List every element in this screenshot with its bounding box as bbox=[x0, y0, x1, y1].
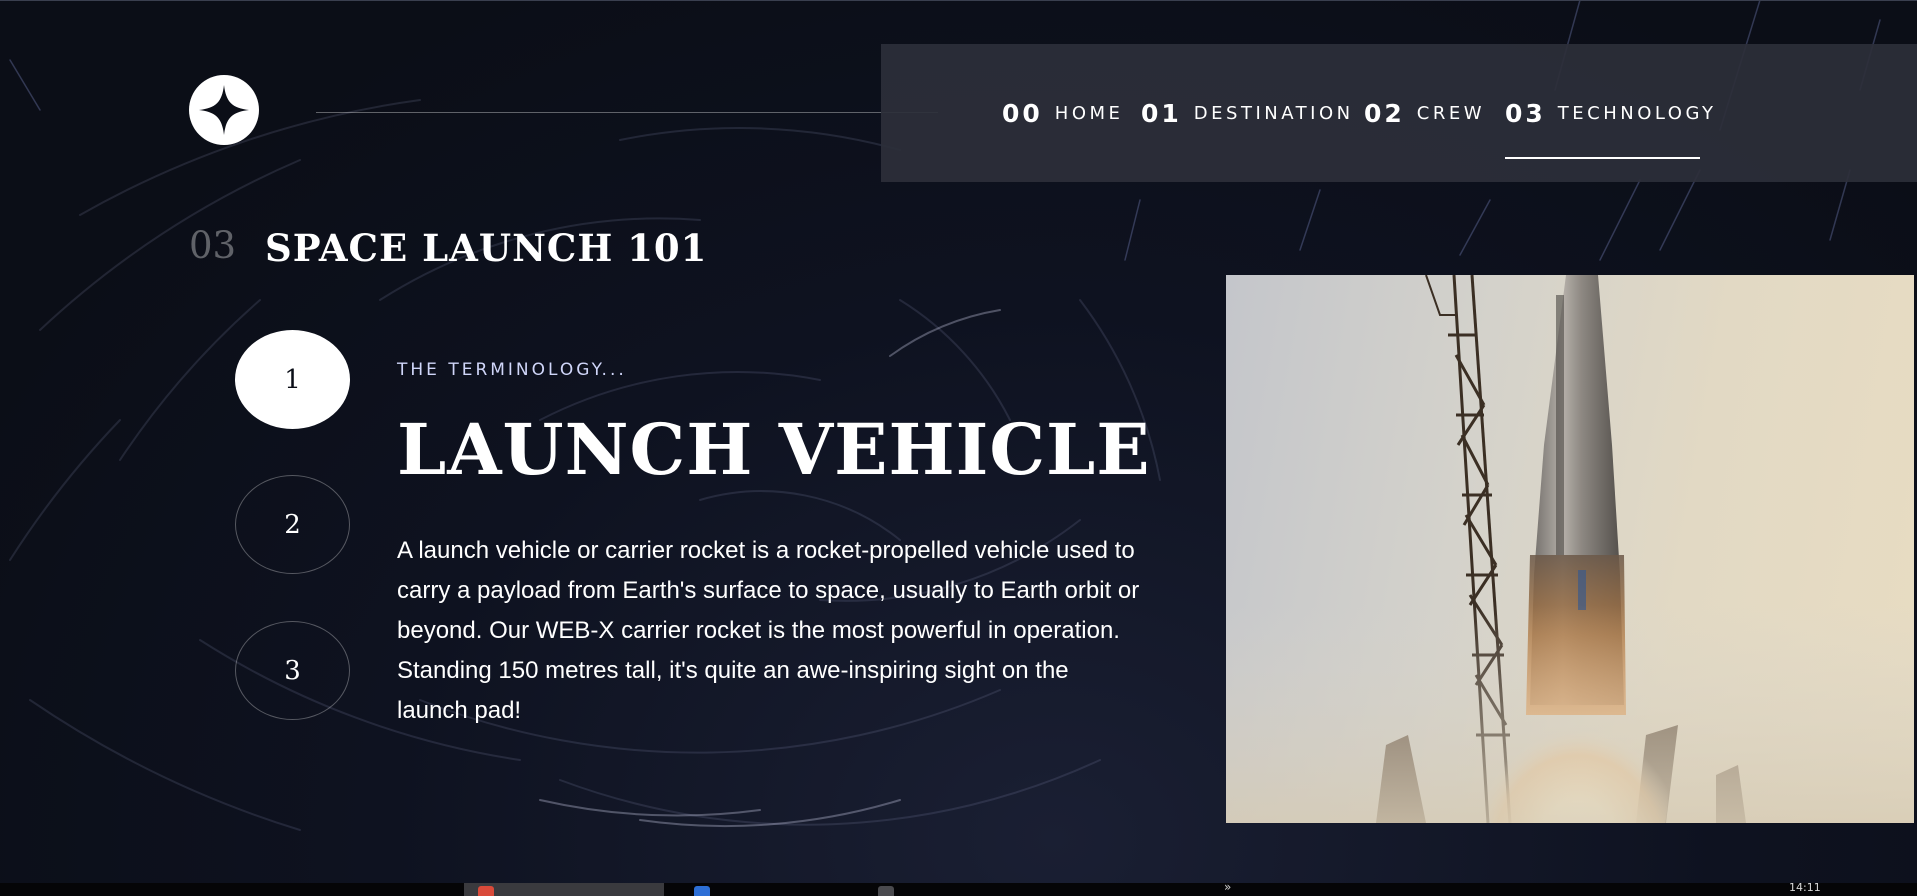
step-button-2[interactable]: 2 bbox=[235, 475, 350, 574]
nav-home[interactable]: 00 HOME bbox=[1002, 44, 1123, 182]
os-taskbar: » 14:11 bbox=[0, 880, 1917, 896]
star-logo-icon[interactable] bbox=[189, 75, 259, 145]
taskbar-clock: 14:11 bbox=[1789, 881, 1821, 894]
step-button-3[interactable]: 3 bbox=[235, 621, 350, 720]
nav-technology[interactable]: 03 TECHNOLOGY bbox=[1505, 44, 1717, 182]
nav-number: 00 bbox=[1002, 98, 1043, 128]
term-description: A launch vehicle or carrier rocket is a … bbox=[397, 537, 1140, 724]
nav-destination[interactable]: 01 DESTINATION bbox=[1141, 44, 1354, 182]
taskbar-overflow-chevron[interactable]: » bbox=[1224, 880, 1231, 894]
nav-label: DESTINATION bbox=[1193, 102, 1354, 124]
nav-number: 02 bbox=[1364, 98, 1405, 128]
term-heading: LAUNCH VEHICLE bbox=[397, 408, 1151, 491]
nav-number: 03 bbox=[1505, 98, 1546, 128]
browser-icon[interactable] bbox=[478, 886, 494, 896]
nav-label: HOME bbox=[1054, 102, 1124, 124]
step-button-1[interactable]: 1 bbox=[235, 330, 350, 429]
nav-number: 01 bbox=[1141, 98, 1182, 128]
nav-crew[interactable]: 02 CREW bbox=[1364, 44, 1485, 182]
nav-label: TECHNOLOGY bbox=[1557, 102, 1717, 124]
terminology-eyebrow: THE TERMINOLOGY... bbox=[397, 360, 627, 380]
rocket-launch-image bbox=[1226, 275, 1914, 823]
top-border bbox=[0, 0, 1917, 1]
section-number: 03 bbox=[189, 224, 237, 267]
main-nav: 00 HOME 01 DESTINATION 02 CREW 03 TECHNO… bbox=[881, 44, 1917, 182]
folder-icon[interactable] bbox=[694, 886, 710, 896]
app-icon[interactable] bbox=[878, 886, 894, 896]
nav-active-indicator bbox=[1505, 157, 1700, 159]
header-divider bbox=[316, 112, 938, 113]
nav-label: CREW bbox=[1416, 102, 1486, 124]
page-title: SPACE LAUNCH 101 bbox=[265, 226, 708, 270]
taskbar-active-app[interactable] bbox=[464, 883, 664, 896]
